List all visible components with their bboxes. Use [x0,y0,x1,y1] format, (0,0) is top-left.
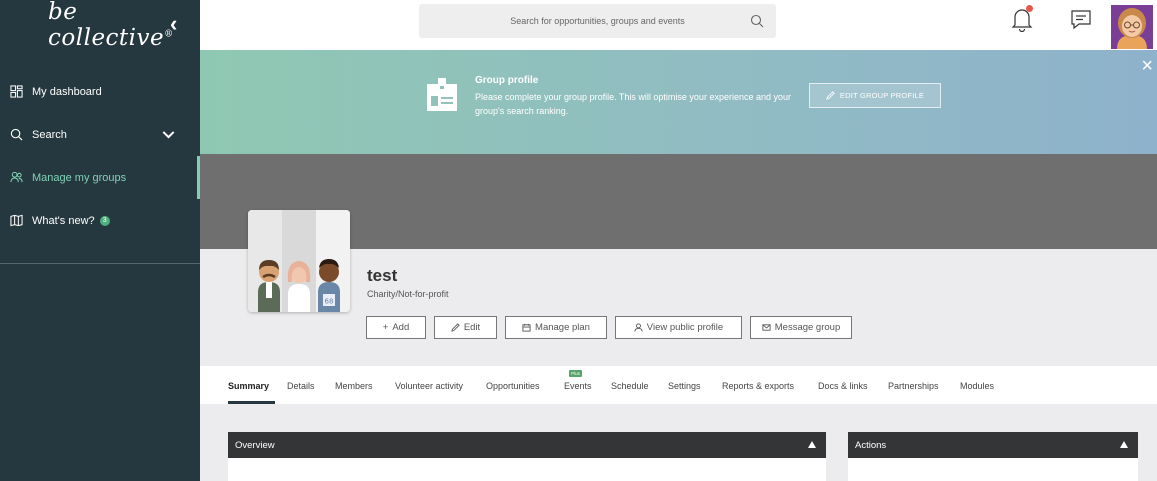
group-profile-banner: Group profile Please complete your group… [200,50,1157,154]
chevron-down-icon[interactable] [162,128,175,141]
plus-badge: Plus [569,370,582,377]
tab-reports-exports[interactable]: Reports & exports [722,381,794,391]
notification-dot [1026,5,1033,12]
group-name: test [367,266,398,285]
tab-events[interactable]: Events [564,381,592,391]
user-icon [634,323,643,332]
sidebar-item-label: My dashboard [32,85,102,98]
edit-group-profile-label: EDIT GROUP PROFILE [839,91,925,100]
edit-button[interactable]: Edit [434,316,497,339]
tab-summary[interactable]: Summary [228,381,269,391]
collapse-sidebar-icon[interactable]: ‹ [170,11,177,37]
sidebar: be collective® ‹ My dashboard Search Man… [0,0,200,481]
calendar-icon [522,323,531,332]
tab-details[interactable]: Details [287,381,315,391]
plus-icon: + [382,322,389,333]
dashboard-icon [10,85,23,98]
tab-volunteer-activity[interactable]: Volunteer activity [395,381,463,391]
logo-row: be collective® ‹ [0,0,200,51]
search-input[interactable] [447,16,748,26]
group-actions: + Add Edit Manage plan View public profi… [366,316,860,339]
message-group-label: Message group [774,322,841,333]
pencil-icon [451,323,460,332]
avatar-illustration [1111,5,1153,49]
logo-text: be collective [48,0,165,51]
sidebar-item-manage-my-groups[interactable]: Manage my groups [0,156,200,199]
svg-text:68: 68 [325,298,334,306]
add-label: Add [392,322,410,333]
edit-group-profile-button[interactable]: EDIT GROUP PROFILE [809,83,941,108]
tab-modules[interactable]: Modules [960,381,994,391]
group-type: Charity/Not-for-profit [367,289,449,299]
messages-icon[interactable] [1070,9,1092,31]
sidebar-item-my-dashboard[interactable]: My dashboard [0,70,200,113]
book-icon [10,214,23,227]
actions-panel-body [848,458,1138,481]
actions-panel-header[interactable]: Actions [848,432,1138,458]
search-icon[interactable] [750,14,764,28]
edit-label: Edit [463,322,481,333]
tab-docs-links[interactable]: Docs & links [818,381,868,391]
banner-text: Please complete your group profile. This… [475,92,791,116]
user-avatar[interactable] [1111,5,1153,49]
message-group-button[interactable]: Message group [750,316,852,339]
sidebar-item-label: What's new? [32,214,95,227]
tab-members[interactable]: Members [335,381,373,391]
sidebar-item-label: Search [32,128,67,141]
actions-title: Actions [855,439,887,451]
add-button[interactable]: + Add [366,316,426,339]
envelope-icon [762,324,771,331]
top-bar [200,0,1157,50]
groups-icon [10,171,23,183]
overview-title: Overview [235,439,275,451]
view-public-profile-button[interactable]: View public profile [615,316,742,339]
sidebar-item-label: Manage my groups [32,171,127,184]
overview-panel-body [228,458,826,481]
sidebar-item-whats-new[interactable]: What's new? 3 [0,199,200,242]
banner-title: Group profile [475,75,539,86]
tab-settings[interactable]: Settings [668,381,701,391]
collapse-triangle-icon[interactable] [1120,441,1128,448]
view-public-profile-label: View public profile [646,322,724,333]
id-card-icon [427,78,457,111]
manage-plan-button[interactable]: Manage plan [505,316,607,339]
tab-partnerships[interactable]: Partnerships [888,381,939,391]
whats-new-badge: 3 [99,215,110,226]
sidebar-nav: My dashboard Search Manage my groups Wha… [0,70,200,242]
global-search [419,4,776,38]
tab-opportunities[interactable]: Opportunities [486,381,540,391]
manage-plan-label: Manage plan [535,322,590,333]
close-icon[interactable]: × [1141,56,1153,76]
group-tabs: Summary Details Members Volunteer activi… [200,366,1157,404]
group-logo[interactable]: 68 [248,210,350,312]
summary-content: Overview Actions [200,404,1157,481]
sidebar-item-search[interactable]: Search [0,113,200,156]
tab-schedule[interactable]: Schedule [611,381,649,391]
group-people-illustration: 68 [248,210,350,312]
sidebar-divider [0,263,200,264]
collapse-triangle-icon[interactable] [808,441,816,448]
search-icon [10,128,23,141]
pencil-icon [826,91,835,100]
overview-panel-header[interactable]: Overview [228,432,826,458]
